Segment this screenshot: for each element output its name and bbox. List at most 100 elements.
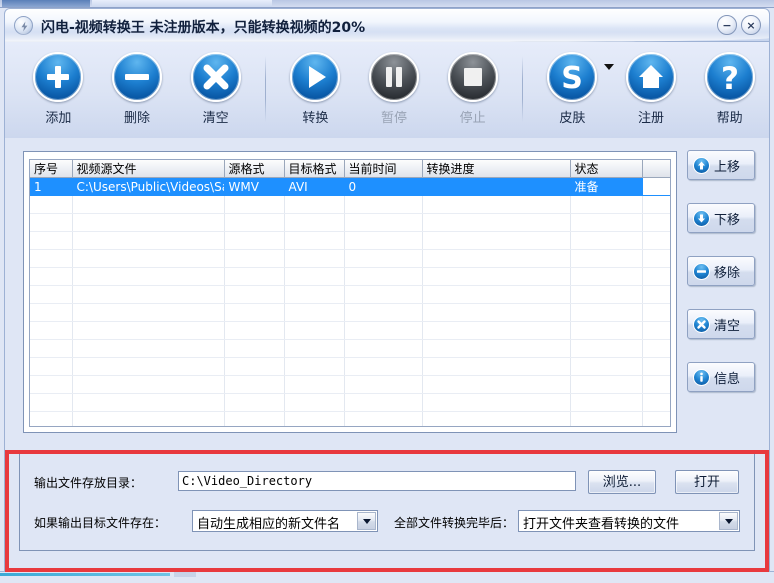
file-list-grid[interactable]: 序号 视频源文件 源格式 目标格式 当前时间 转换进度 状态 1 C:\User…	[29, 159, 671, 427]
toolbar-label-delete: 删除	[124, 111, 151, 126]
column-header-status[interactable]: 状态	[570, 160, 643, 178]
file-exists-combo[interactable]: 自动生成相应的新文件名	[192, 510, 378, 532]
clear-list-label: 清空	[714, 318, 741, 334]
column-header-current-time[interactable]: 当前时间	[344, 160, 423, 178]
column-header-target-format[interactable]: 目标格式	[284, 160, 345, 178]
clear-list-button[interactable]: 清空	[687, 309, 755, 339]
toolbar-button-register[interactable]: 注册	[612, 42, 691, 126]
chevron-down-icon[interactable]	[357, 512, 376, 530]
play-icon	[290, 52, 341, 102]
cell-empty	[72, 339, 225, 358]
table-row[interactable]	[30, 339, 670, 358]
toolbar-button-clear[interactable]: 清空	[176, 42, 255, 126]
file-list-table: 序号 视频源文件 源格式 目标格式 当前时间 转换进度 状态 1 C:\User…	[30, 160, 670, 426]
toolbar-label-help: 帮助	[716, 111, 743, 126]
chevron-down-icon[interactable]	[719, 512, 738, 530]
question-mark-icon: ?	[704, 52, 755, 102]
minus-icon	[693, 262, 710, 280]
table-row[interactable]	[30, 231, 670, 250]
table-row[interactable]	[30, 411, 670, 426]
cell-empty	[72, 393, 225, 412]
remove-button[interactable]: 移除	[687, 256, 755, 286]
toolbar-button-pause[interactable]: 暂停	[355, 42, 434, 126]
titlebar: 闪电-视频转换王 未注册版本，只能转换视频的20% − ×	[4, 8, 770, 42]
cell-empty	[570, 267, 643, 286]
file-exists-value: 自动生成相应的新文件名	[197, 517, 341, 532]
move-up-button[interactable]: 上移	[687, 150, 755, 180]
cell-empty	[224, 375, 285, 394]
column-header-index[interactable]: 序号	[30, 160, 73, 178]
cell-empty	[224, 321, 285, 340]
table-row[interactable]	[30, 213, 670, 232]
cell-empty	[642, 231, 670, 250]
cell-empty	[642, 321, 670, 340]
after-all-value: 打开文件夹查看转换的文件	[523, 517, 680, 532]
cell-empty	[30, 267, 73, 286]
chevron-down-icon[interactable]	[603, 64, 614, 70]
pause-icon	[369, 52, 419, 102]
table-row[interactable]	[30, 195, 670, 214]
after-all-combo[interactable]: 打开文件夹查看转换的文件	[518, 510, 740, 532]
table-row[interactable]	[30, 375, 670, 394]
open-button[interactable]: 打开	[675, 470, 739, 494]
close-button[interactable]: ×	[741, 15, 761, 35]
cell-empty	[30, 231, 73, 250]
table-row[interactable]	[30, 357, 670, 376]
table-row[interactable]	[30, 393, 670, 412]
toolbar-button-delete[interactable]: 删除	[98, 42, 177, 126]
cell-empty	[570, 303, 643, 322]
toolbar-button-skin[interactable]: S 皮肤	[533, 42, 614, 126]
cell-current-time: 0	[344, 177, 423, 196]
cell-empty	[570, 393, 643, 412]
info-label: 信息	[714, 371, 741, 387]
column-header-source-file[interactable]: 视频源文件	[72, 160, 225, 178]
cell-empty	[72, 267, 225, 286]
cell-filler	[642, 177, 670, 196]
table-header-row: 序号 视频源文件 源格式 目标格式 当前时间 转换进度 状态	[30, 160, 670, 178]
table-row[interactable]	[30, 267, 670, 286]
cell-empty	[422, 375, 571, 394]
background-progress-bar	[0, 573, 170, 576]
cell-empty	[422, 249, 571, 268]
cell-empty	[422, 213, 571, 232]
toolbar-button-stop[interactable]: 停止	[433, 42, 512, 126]
toolbar-button-help[interactable]: ? 帮助	[690, 42, 769, 126]
table-row[interactable]	[30, 303, 670, 322]
info-button[interactable]: 信息	[687, 362, 755, 392]
file-list-panel: 序号 视频源文件 源格式 目标格式 当前时间 转换进度 状态 1 C:\User…	[23, 151, 677, 433]
column-header-source-format[interactable]: 源格式	[224, 160, 285, 178]
toolbar-button-convert[interactable]: 转换	[276, 42, 355, 126]
table-row[interactable]: 1 C:\Users\Public\Videos\Sa... WMV AVI 0…	[30, 177, 670, 196]
toolbar-button-add[interactable]: 添加	[19, 42, 98, 126]
cell-empty	[224, 249, 285, 268]
cell-empty	[642, 249, 670, 268]
open-button-label: 打开	[693, 475, 720, 490]
table-row[interactable]	[30, 249, 670, 268]
cell-empty	[72, 321, 225, 340]
cell-empty	[30, 195, 73, 214]
cell-empty	[570, 357, 643, 376]
toolbar-label-add: 添加	[45, 111, 72, 126]
move-down-button[interactable]: 下移	[687, 203, 755, 233]
cell-empty	[422, 195, 571, 214]
cell-empty	[72, 249, 225, 268]
table-row[interactable]	[30, 321, 670, 340]
cell-empty	[72, 357, 225, 376]
cell-empty	[422, 393, 571, 412]
cell-empty	[642, 213, 670, 232]
minimize-button[interactable]: −	[717, 15, 737, 35]
table-row[interactable]	[30, 285, 670, 304]
cell-empty	[284, 321, 345, 340]
toolbar-label-convert: 转换	[302, 111, 329, 126]
column-header-progress[interactable]: 转换进度	[422, 160, 571, 178]
window-controls: − ×	[717, 15, 761, 35]
toolbar-label-register: 注册	[638, 111, 665, 126]
cell-empty	[570, 213, 643, 232]
cell-status: 准备	[570, 177, 643, 196]
output-dir-input[interactable]	[178, 471, 576, 491]
browse-button[interactable]: 浏览...	[588, 470, 656, 494]
file-list-body: 1 C:\Users\Public\Videos\Sa... WMV AVI 0…	[30, 177, 670, 426]
minimize-icon: −	[722, 19, 732, 32]
cell-empty	[570, 375, 643, 394]
cell-empty	[30, 321, 73, 340]
